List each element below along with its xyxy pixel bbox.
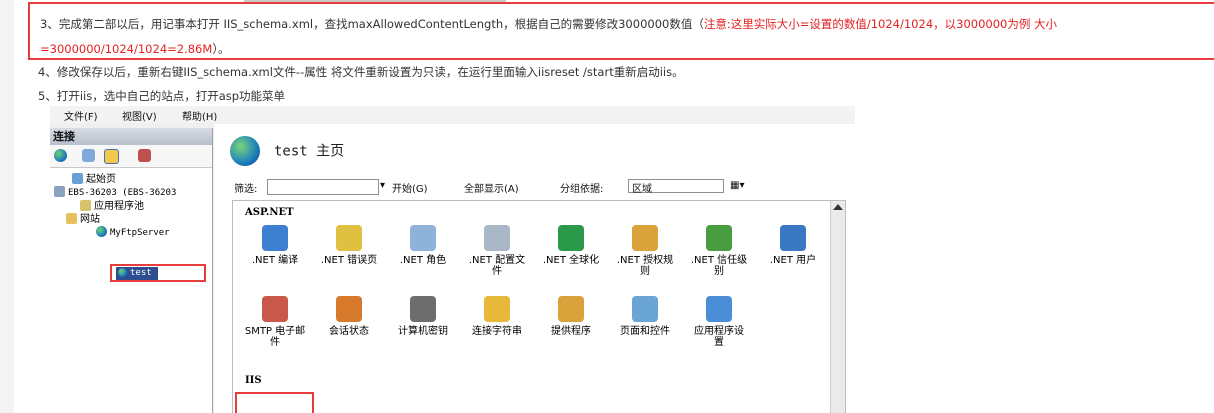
feature-label: 计算机密钥	[398, 326, 448, 337]
left-gutter	[0, 0, 14, 413]
tree-ftp-site[interactable]: MyFtpServer	[96, 226, 170, 239]
feature-item[interactable]: 连接字符串	[461, 296, 533, 337]
connections-toolbar	[50, 145, 212, 168]
step5-text: 5、打开iis，选中自己的站点，打开asp功能菜单	[38, 89, 286, 103]
feature-label: 件	[492, 266, 502, 277]
group-by-select[interactable]: 区域	[628, 179, 724, 195]
tree-start-page[interactable]: 起始页	[72, 173, 116, 186]
feature-label: 则	[640, 266, 650, 277]
feature-label: SMTP 电子邮	[244, 326, 306, 337]
filter-label: 筛选:	[234, 184, 258, 195]
feature-label: .NET 错误页	[320, 255, 378, 266]
feature-item[interactable]: .NET 编译	[239, 225, 311, 266]
feature-icon	[410, 225, 436, 251]
feature-item[interactable]: .NET 配置文件	[461, 225, 533, 277]
feature-label: 别	[714, 266, 724, 277]
view-icon[interactable]: ▦▾	[730, 180, 744, 191]
iis-manager-screenshot: 文件(F) 视图(V) 帮助(H) 连接 起始页 EBS-36203 (EBS-…	[50, 106, 855, 413]
feature-label: .NET 角色	[399, 255, 447, 266]
feature-icon	[706, 296, 732, 322]
feature-item[interactable]: .NET 用户	[757, 225, 829, 266]
menu-help[interactable]: 帮助(H)	[182, 108, 217, 123]
filter-start-button[interactable]: 开始(G)	[392, 180, 428, 195]
connect-icon[interactable]	[54, 149, 67, 162]
disconnect-icon[interactable]	[138, 149, 151, 162]
feature-icon	[484, 225, 510, 251]
feature-item[interactable]: 页面和控件	[609, 296, 681, 337]
features-list: ASP.NET .NET 编译 .NET 错误页 .NET 角色 .NET 配置文件.…	[232, 200, 846, 413]
feature-label: .NET 信任级	[690, 255, 748, 266]
feature-icon	[336, 296, 362, 322]
globe-icon	[96, 226, 107, 237]
feature-item[interactable]: .NET 全球化	[535, 225, 607, 266]
features-pane: test 主页 筛选: ▾ 开始(G) 全部显示(A) 分组依据: 区域 ▦▾ …	[214, 124, 855, 413]
globe-icon	[118, 268, 127, 277]
up-folder-icon[interactable]	[104, 149, 119, 164]
feature-label: .NET 全球化	[542, 255, 600, 266]
menu-bar: 文件(F) 视图(V) 帮助(H)	[50, 106, 855, 123]
filter-dropdown-icon[interactable]: ▾	[380, 180, 385, 191]
feature-item[interactable]: 计算机密钥	[387, 296, 459, 337]
feature-item[interactable]: .NET 信任级别	[683, 225, 755, 277]
feature-item[interactable]: .NET 授权规则	[609, 225, 681, 277]
tree-app-pools[interactable]: 应用程序池	[80, 200, 144, 213]
start-page-icon	[72, 173, 83, 184]
feature-label: .NET 授权规	[616, 255, 674, 266]
feature-label: 应用程序设	[694, 326, 744, 337]
step3-highlight-box: 3、完成第二部以后，用记事本打开 IIS_schema.xml，查找maxAll…	[28, 2, 1214, 60]
filter-bar: 筛选: ▾ 开始(G) 全部显示(A) 分组依据: 区域 ▦▾	[232, 177, 844, 198]
section-iis: IIS	[245, 375, 262, 386]
feature-icon	[336, 225, 362, 251]
step4-text: 4、修改保存以后，重新右键IIS_schema.xml文件--属性 将文件重新设…	[38, 65, 684, 79]
feature-item[interactable]: .NET 错误页	[313, 225, 385, 266]
step3-end: ）。	[212, 42, 230, 56]
step3-text: 3、完成第二部以后，用记事本打开 IIS_schema.xml，查找maxAll…	[40, 17, 704, 31]
iis-first-feature-highlight	[235, 392, 314, 413]
feature-label: 件	[270, 337, 280, 348]
server-icon	[54, 186, 65, 197]
feature-item[interactable]: .NET 角色	[387, 225, 459, 266]
feature-icon	[410, 296, 436, 322]
features-scrollbar[interactable]	[830, 201, 845, 413]
feature-icon	[706, 225, 732, 251]
feature-icon	[558, 225, 584, 251]
group-by-label: 分组依据:	[560, 184, 604, 195]
feature-item[interactable]: 提供程序	[535, 296, 607, 337]
globe-icon	[230, 136, 260, 166]
feature-label: 页面和控件	[620, 326, 670, 337]
scroll-up-icon[interactable]	[833, 204, 843, 210]
feature-item[interactable]: SMTP 电子邮件	[239, 296, 311, 348]
feature-item[interactable]: 会话状态	[313, 296, 385, 337]
sites-folder-icon	[66, 213, 77, 224]
article-page: 3、完成第二部以后，用记事本打开 IIS_schema.xml，查找maxAll…	[14, 0, 1214, 413]
tree-sites[interactable]: 网站	[66, 213, 100, 226]
menu-view[interactable]: 视图(V)	[122, 108, 157, 123]
feature-icon	[262, 296, 288, 322]
feature-label: 连接字符串	[472, 326, 522, 337]
menu-file[interactable]: 文件(F)	[64, 108, 98, 123]
home-title: test 主页	[230, 136, 344, 166]
filter-input[interactable]	[267, 179, 379, 195]
feature-label: .NET 编译	[251, 255, 299, 266]
save-icon[interactable]	[82, 149, 95, 162]
connections-title: 连接	[50, 128, 212, 145]
feature-label: 会话状态	[329, 326, 369, 337]
feature-icon	[484, 296, 510, 322]
feature-label: 提供程序	[551, 326, 591, 337]
feature-icon	[632, 225, 658, 251]
tree-server[interactable]: EBS-36203 (EBS-36203	[54, 186, 176, 199]
feature-icon	[558, 296, 584, 322]
app-pool-icon	[80, 200, 91, 211]
section-aspnet: ASP.NET	[245, 207, 294, 218]
show-all-button[interactable]: 全部显示(A)	[464, 180, 519, 195]
feature-label: .NET 用户	[769, 255, 817, 266]
tree-test-site[interactable]: test	[116, 267, 158, 280]
feature-label: 置	[714, 337, 724, 348]
feature-icon	[632, 296, 658, 322]
connections-pane: 连接 起始页 EBS-36203 (EBS-36203 应用程序池 网站 MyF…	[50, 128, 213, 413]
feature-icon	[262, 225, 288, 251]
feature-label: .NET 配置文	[468, 255, 526, 266]
feature-item[interactable]: 应用程序设置	[683, 296, 755, 348]
feature-icon	[780, 225, 806, 251]
